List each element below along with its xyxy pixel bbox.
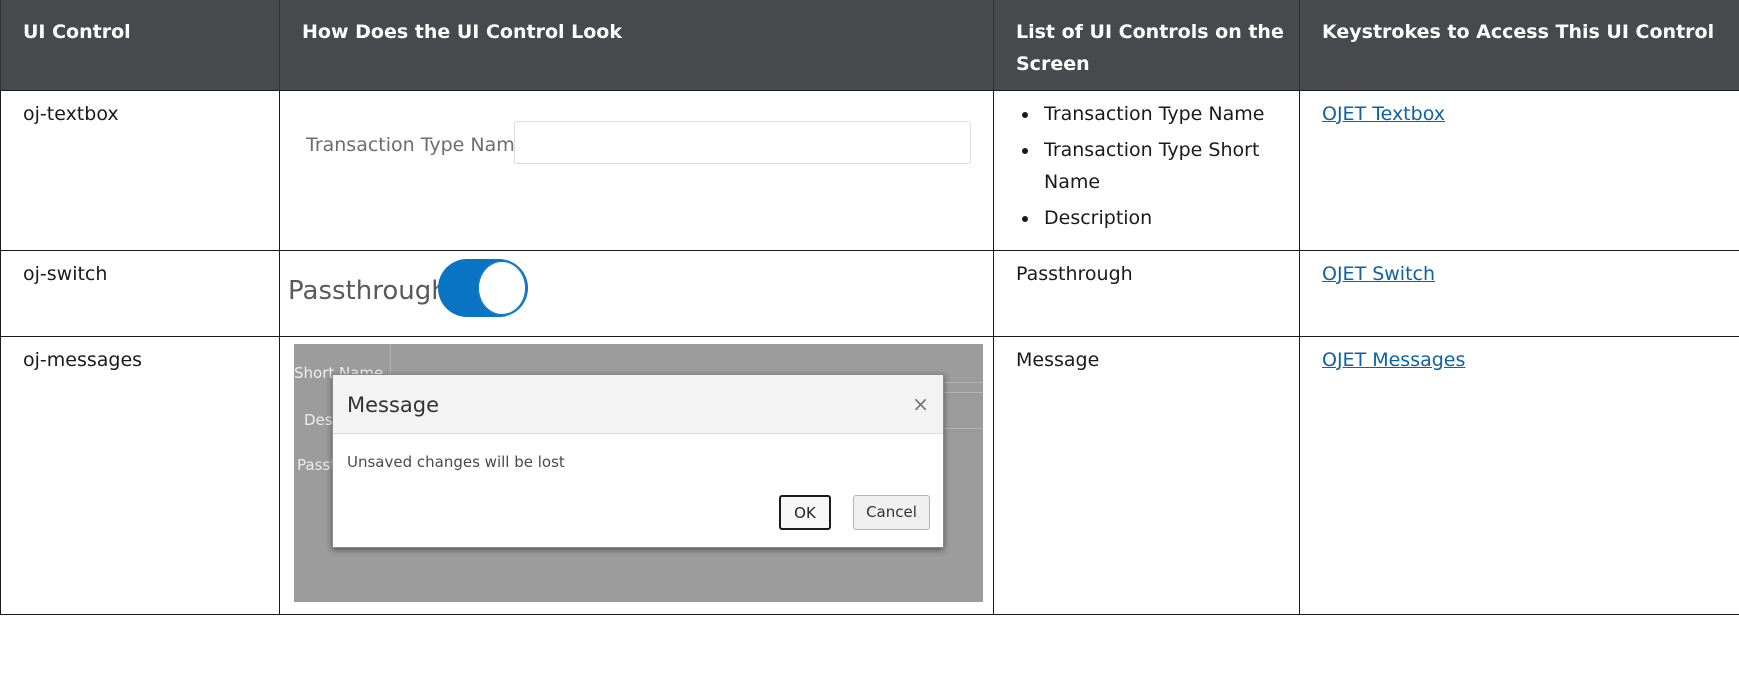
table-row: oj-messages Short Name Des Passt Message… bbox=[0, 335, 1739, 615]
textbox-preview-cell: Transaction Type Name bbox=[279, 89, 994, 251]
header-keystrokes: Keystrokes to Access This UI Control bbox=[1299, 0, 1739, 90]
list-item: Transaction Type Name bbox=[1040, 98, 1288, 130]
ok-button[interactable]: OK bbox=[779, 494, 831, 530]
textbox-preview: Transaction Type Name bbox=[292, 120, 972, 167]
list-item: Transaction Type Short Name bbox=[1040, 134, 1288, 198]
list-item: Description bbox=[1040, 202, 1288, 234]
controls-list: Transaction Type Name Transaction Type S… bbox=[1016, 98, 1288, 234]
switch-knob[interactable] bbox=[478, 260, 526, 315]
ui-controls-table: UI Control How Does the UI Control Look … bbox=[0, 0, 1739, 615]
ojet-messages-link[interactable]: OJET Messages bbox=[1322, 349, 1465, 371]
controls-text: Passthrough bbox=[993, 249, 1300, 337]
textbox-label: Transaction Type Name bbox=[306, 133, 527, 156]
ojet-switch-link[interactable]: OJET Switch bbox=[1322, 263, 1435, 285]
header-ui-control: UI Control bbox=[0, 0, 280, 90]
bg-desc-label: Des bbox=[304, 410, 333, 429]
bg-divider bbox=[944, 427, 983, 429]
bg-divider bbox=[944, 391, 983, 393]
transaction-type-name-input[interactable] bbox=[514, 120, 971, 164]
message-dialog: Message × Unsaved changes will be lost O… bbox=[332, 373, 944, 548]
control-name: oj-textbox bbox=[0, 89, 280, 251]
messages-overlay: Short Name Des Passt Message × Unsaved c… bbox=[294, 343, 983, 602]
controls-text: Message bbox=[993, 335, 1300, 615]
header-controls-list: List of UI Controls on the Screen bbox=[993, 0, 1300, 90]
keystrokes-cell: OJET Textbox bbox=[1299, 89, 1739, 251]
dialog-header: Message × bbox=[333, 374, 943, 434]
switch-preview-cell: Passthrough bbox=[279, 249, 994, 337]
table-row: oj-textbox Transaction Type Name Transac… bbox=[0, 89, 1739, 251]
header-row: UI Control How Does the UI Control Look … bbox=[0, 0, 1739, 90]
control-name: oj-switch bbox=[0, 249, 280, 337]
cancel-button[interactable]: Cancel bbox=[853, 494, 930, 530]
bg-passthrough-label: Passt bbox=[297, 455, 337, 474]
switch-label: Passthrough bbox=[288, 275, 448, 306]
header-how-look: How Does the UI Control Look bbox=[279, 0, 994, 90]
ojet-textbox-link[interactable]: OJET Textbox bbox=[1322, 103, 1445, 125]
keystrokes-cell: OJET Messages bbox=[1299, 335, 1739, 615]
control-name: oj-messages bbox=[0, 335, 280, 615]
close-icon[interactable]: × bbox=[912, 392, 929, 416]
table-row: oj-switch Passthrough Passthrough OJET S… bbox=[0, 249, 1739, 337]
dialog-message: Unsaved changes will be lost bbox=[347, 452, 565, 471]
keystrokes-cell: OJET Switch bbox=[1299, 249, 1739, 337]
controls-list-cell: Transaction Type Name Transaction Type S… bbox=[993, 89, 1300, 251]
messages-preview-cell: Short Name Des Passt Message × Unsaved c… bbox=[279, 335, 994, 615]
dialog-title: Message bbox=[347, 392, 440, 417]
